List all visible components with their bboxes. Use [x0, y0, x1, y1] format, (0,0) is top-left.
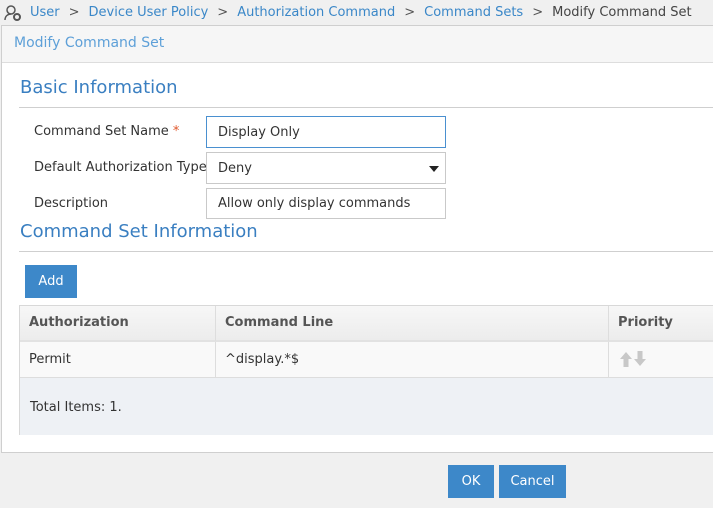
move-down-icon[interactable]	[634, 351, 646, 366]
default-authorization-type-value: Deny	[218, 160, 252, 176]
description-input[interactable]: Allow only display commands	[206, 188, 446, 219]
default-authorization-type-select[interactable]: Deny	[206, 152, 446, 184]
total-items: Total Items: 1.	[30, 400, 122, 415]
command-table: Authorization Command Line Priority Perm…	[19, 305, 713, 435]
breadcrumb-separator: >	[217, 5, 229, 20]
breadcrumb-command-sets[interactable]: Command Sets	[424, 5, 523, 20]
ok-button[interactable]: OK	[448, 465, 494, 498]
breadcrumb-current: Modify Command Set	[552, 5, 692, 20]
command-set-name-value: Display Only	[218, 124, 300, 140]
basic-information-heading: Basic Information	[20, 77, 178, 98]
move-up-icon[interactable]	[620, 352, 632, 367]
divider	[19, 107, 713, 108]
command-set-name-input[interactable]: Display Only	[206, 116, 446, 148]
cell-command-line: ^display.*$	[216, 342, 609, 378]
divider	[19, 251, 713, 252]
breadcrumb-separator: >	[404, 5, 416, 20]
description-value: Allow only display commands	[218, 196, 411, 211]
breadcrumb-authorization-command[interactable]: Authorization Command	[237, 5, 395, 20]
breadcrumb-separator: >	[68, 5, 80, 20]
breadcrumb-separator: >	[532, 5, 544, 20]
column-header-priority[interactable]: Priority	[609, 306, 713, 342]
dropdown-caret-icon	[429, 166, 439, 172]
column-header-authorization[interactable]: Authorization	[20, 306, 216, 342]
cancel-button[interactable]: Cancel	[499, 465, 566, 498]
breadcrumb: User > Device User Policy > Authorization …	[0, 0, 713, 25]
panel-title: Modify Command Set	[2, 26, 713, 63]
cell-authorization: Permit	[20, 342, 216, 378]
cell-priority	[609, 342, 713, 378]
modify-command-set-panel: Modify Command Set Basic Information Com…	[1, 25, 713, 453]
default-authorization-type-label: Default Authorization Type	[34, 160, 207, 175]
breadcrumb-user[interactable]: User	[30, 5, 60, 20]
user-settings-icon	[4, 4, 21, 21]
command-set-name-label: Command Set Name *	[34, 124, 180, 139]
command-set-information-heading: Command Set Information	[20, 221, 258, 242]
add-button[interactable]: Add	[25, 265, 77, 298]
breadcrumb-device-user-policy[interactable]: Device User Policy	[89, 5, 209, 20]
required-mark: *	[172, 124, 180, 139]
description-label: Description	[34, 196, 109, 211]
column-header-command-line[interactable]: Command Line	[216, 306, 609, 342]
table-footer: Total Items: 1.	[20, 378, 713, 435]
